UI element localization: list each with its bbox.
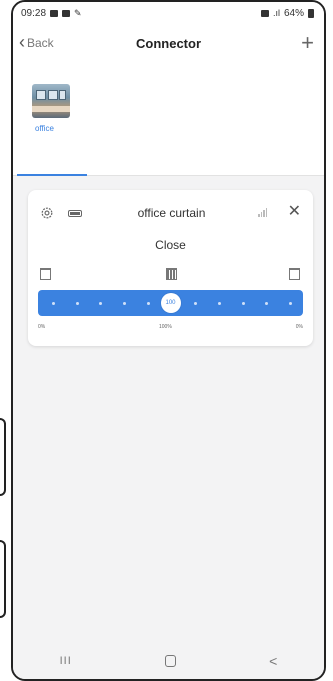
page-title: Connector <box>136 35 201 51</box>
battery-percent: 64% <box>283 7 304 19</box>
slider-tick <box>241 302 245 305</box>
system-nav-bar: III < <box>13 643 324 679</box>
gear-icon[interactable] <box>40 206 54 220</box>
device-state: Close <box>155 238 186 252</box>
selected-tab-indicator <box>17 174 87 176</box>
phone-screen: 09:28 ✎ .ıl 64% ‹ Back Connector + offic… <box>11 0 326 681</box>
curtain-open-right-icon[interactable] <box>289 268 300 280</box>
slider-tick <box>146 302 150 305</box>
status-time: 09:28 <box>21 7 47 19</box>
curtain-closed-icon[interactable] <box>166 268 177 280</box>
folder-notification-icon <box>62 9 71 17</box>
curtain-open-left-icon[interactable] <box>40 268 51 280</box>
system-back-button[interactable]: < <box>269 653 277 669</box>
chevron-left-icon: ‹ <box>19 32 25 52</box>
slider-tick <box>265 302 269 305</box>
device-card: office curtain ✕ Close 100 0% 100% 0% <box>28 190 313 346</box>
signal-strength-icon <box>258 208 267 217</box>
back-label: Back <box>27 36 54 50</box>
recents-button[interactable]: III <box>60 655 72 667</box>
slider-tick <box>289 302 292 305</box>
scale-left-label: 0% <box>38 324 46 330</box>
close-icon[interactable]: ✕ <box>288 204 301 220</box>
slider-tick <box>52 302 55 305</box>
status-bar: 09:28 ✎ .ıl 64% <box>13 2 324 24</box>
signal-icon: .ıl <box>272 8 280 18</box>
app-header: ‹ Back Connector + <box>13 24 324 62</box>
room-tabs: office <box>13 62 324 176</box>
side-button-lower <box>0 540 6 618</box>
slider-tick <box>123 302 127 305</box>
room-tab-office-label[interactable]: office <box>35 124 54 133</box>
add-button[interactable]: + <box>301 32 314 54</box>
room-tab-office-image[interactable] <box>32 84 70 118</box>
home-button[interactable] <box>164 655 176 667</box>
slider-tick <box>99 302 103 305</box>
battery-icon <box>68 209 82 217</box>
alarm-icon <box>260 9 269 17</box>
scale-middle-label: 100% <box>159 324 172 330</box>
side-button-upper <box>0 418 6 496</box>
slider-tick <box>217 302 221 305</box>
slider-tick <box>75 302 79 305</box>
scale-right-label: 0% <box>295 324 303 330</box>
back-button[interactable]: ‹ Back <box>19 32 54 52</box>
battery-icon <box>308 8 314 18</box>
gallery-notification-icon <box>50 9 59 17</box>
slider-knob[interactable]: 100 <box>160 293 181 313</box>
slider-tick <box>194 302 198 305</box>
wrench-notification-icon: ✎ <box>74 7 82 18</box>
curtain-position-slider[interactable]: 100 <box>38 290 303 316</box>
